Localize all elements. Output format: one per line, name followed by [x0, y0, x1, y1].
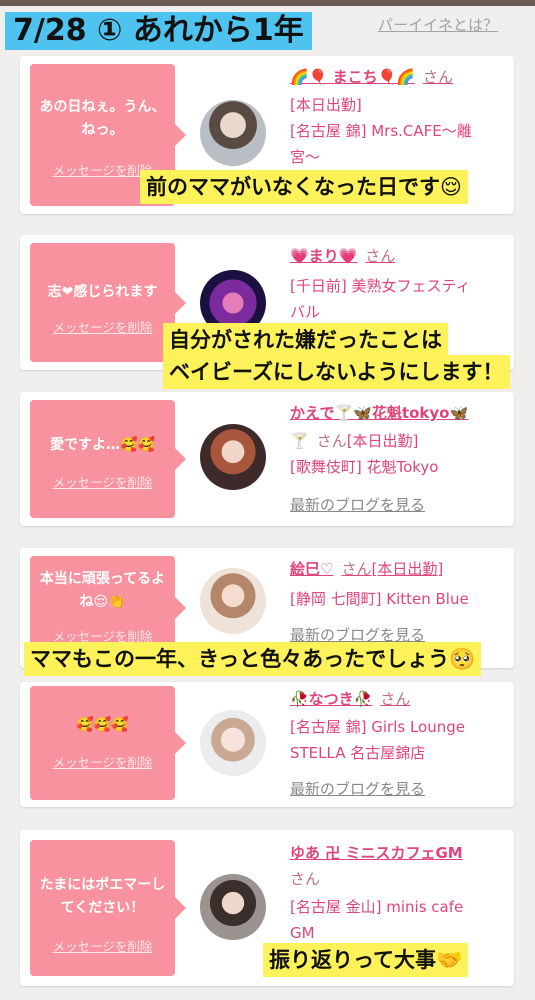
help-link[interactable]: パーイイネとは？	[378, 14, 498, 35]
shop-line[interactable]: 宮～	[290, 144, 320, 170]
sender-name-link[interactable]: 🌈🎈 まこち🎈🌈 さん	[290, 66, 453, 87]
message-text: 🥰🥰🥰	[76, 717, 129, 733]
delete-message-link[interactable]: メッセージを削除	[30, 752, 175, 771]
shop-line[interactable]: バル	[290, 299, 320, 325]
message-bubble: 志❤感じられます メッセージを削除	[30, 243, 186, 362]
sender-name-link[interactable]: かえで🍸🦋花魁tokyo🦋	[290, 402, 468, 423]
sender-name-link[interactable]: 🥀なつき🥀 さん	[290, 688, 410, 709]
message-card: 🥰🥰🥰 メッセージを削除 🥀なつき🥀 さん [名古屋 錦] Girls Loung…	[20, 682, 514, 807]
latest-blog-link[interactable]: 最新のブログを見る	[290, 778, 425, 799]
caption-overlay: 振り返りって大事🤝	[263, 943, 469, 977]
latest-blog-link[interactable]: 最新のブログを見る	[290, 494, 425, 515]
honorific: さん	[341, 560, 372, 578]
shop-line[interactable]: [静岡 七間町] Kitten Blue	[290, 586, 469, 612]
caption-overlay: 前のママがいなくなった日です😌	[140, 170, 468, 204]
message-bubble: 愛ですよ…🥰🥰 メッセージを削除	[30, 400, 186, 518]
sender-name-link[interactable]: ゆあ 卍 ミニスカフェGM	[290, 842, 463, 863]
sender-name-link[interactable]: 💗まり💗 さん	[290, 245, 395, 266]
honorific: さん	[290, 870, 321, 888]
top-bar	[0, 0, 535, 6]
avatar[interactable]	[200, 710, 266, 776]
avatar[interactable]	[200, 424, 266, 490]
shop-line[interactable]: [歌舞伎町] 花魁Tokyo	[290, 454, 438, 480]
caption-title: 7/28 ① あれから1年	[5, 12, 312, 50]
caption-overlay: 自分がされた嫌だったことは	[163, 323, 448, 357]
message-text: 本当に頑張ってるよね😌👏	[39, 571, 166, 610]
honorific: さん	[422, 68, 453, 86]
shop-line[interactable]: [名古屋 金山] minis cafe	[290, 894, 463, 920]
avatar[interactable]	[200, 100, 266, 166]
delete-message-link[interactable]: メッセージを削除	[30, 472, 175, 491]
shop-line[interactable]: [本日出勤]	[290, 92, 362, 118]
status-badge: [本日出勤]	[371, 560, 444, 578]
delete-message-link[interactable]: メッセージを削除	[30, 936, 175, 955]
message-bubble: 🥰🥰🥰 メッセージを削除	[30, 686, 186, 800]
caption-overlay: ベイビーズにしないようにします！	[163, 355, 510, 389]
shop-line[interactable]: [名古屋 錦] Girls Lounge	[290, 714, 465, 740]
shop-line[interactable]: [名古屋 錦] Mrs.CAFE～離	[290, 118, 472, 144]
caption-overlay: ママもこの一年、きっと色々あったでしょう🥺	[24, 642, 482, 676]
glass-icon: 🍸	[290, 432, 309, 450]
honorific: さん	[365, 247, 396, 265]
delete-message-link[interactable]: メッセージを削除	[30, 317, 175, 336]
status-badge: [本日出勤]	[346, 432, 419, 450]
message-text: 愛ですよ…🥰🥰	[50, 437, 155, 453]
shop-line[interactable]: STELLA 名古屋錦店	[290, 740, 425, 766]
sender-name-link[interactable]: 絵巳♡ さん[本日出勤]	[290, 558, 443, 579]
message-text: あの日ねぇ。うん、ねっ。	[39, 99, 166, 138]
honorific: さん	[316, 432, 347, 450]
avatar[interactable]	[200, 874, 266, 940]
shop-line[interactable]: [千日前] 美熟女フェスティ	[290, 273, 471, 299]
message-card: 愛ですよ…🥰🥰 メッセージを削除 かえで🍸🦋花魁tokyo🦋 🍸 さん[本日出勤]…	[20, 392, 514, 526]
avatar[interactable]	[200, 568, 266, 634]
honorific: さん	[380, 690, 411, 708]
message-text: たまにはポエマーしてください！	[39, 877, 166, 916]
message-bubble: たまにはポエマーしてください！ メッセージを削除	[30, 840, 186, 976]
message-text: 志❤感じられます	[47, 284, 158, 300]
shop-line: 🍸 さん[本日出勤]	[290, 428, 418, 454]
